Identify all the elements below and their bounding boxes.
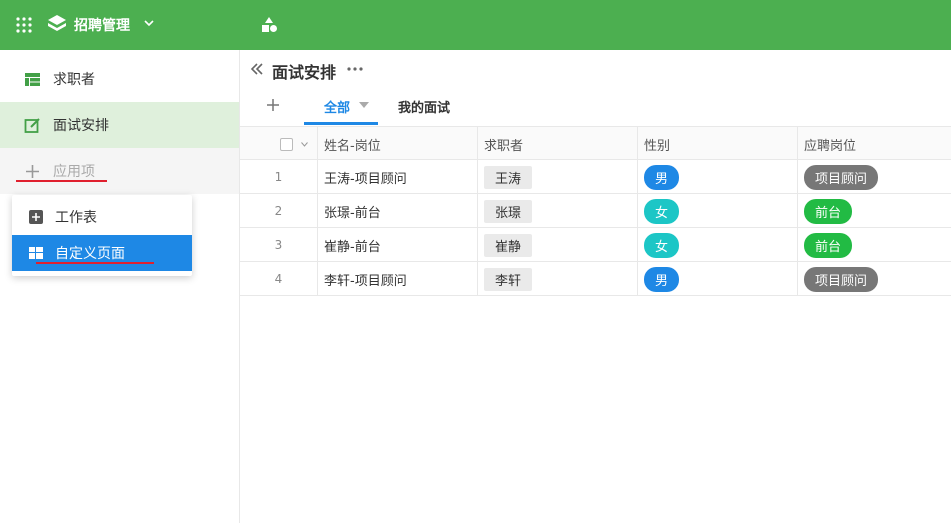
annotation-underline xyxy=(16,180,107,182)
gender-cell[interactable]: 女 xyxy=(638,194,798,228)
column-header[interactable]: 姓名-岗位 xyxy=(318,127,478,161)
name-post-cell[interactable]: 张璟-前台 xyxy=(318,194,478,228)
chevron-down-icon[interactable] xyxy=(301,142,308,147)
top-bar: 招聘管理 xyxy=(0,0,951,50)
name-post-cell[interactable]: 王涛-项目顾问 xyxy=(318,160,478,194)
table-header: 姓名-岗位 求职者 性别 应聘岗位 xyxy=(240,126,951,161)
gender-cell[interactable]: 男 xyxy=(638,262,798,296)
row-number-cell: 1 xyxy=(240,160,318,194)
chevron-down-icon[interactable] xyxy=(143,17,155,29)
applicant-cell[interactable]: 李轩 xyxy=(478,262,638,296)
add-view-icon[interactable] xyxy=(266,98,280,112)
page-title: 面试安排 xyxy=(272,63,337,82)
applicant-chip[interactable]: 王涛 xyxy=(484,165,533,189)
name-post-text: 张璟-前台 xyxy=(324,205,381,221)
gender-badge: 女 xyxy=(644,232,680,258)
applicant-cell[interactable]: 崔静 xyxy=(478,228,638,262)
column-header[interactable]: 应聘岗位 xyxy=(798,127,951,161)
tab-all[interactable]: 全部 xyxy=(324,97,350,116)
app-logo-icon xyxy=(48,15,66,31)
grid-icon xyxy=(29,247,43,259)
position-badge: 前台 xyxy=(804,198,853,224)
column-header[interactable]: 性别 xyxy=(638,127,798,161)
plus-icon xyxy=(26,164,39,178)
collapse-left-icon[interactable] xyxy=(250,62,264,76)
more-icon[interactable] xyxy=(347,66,363,72)
column-header-label: 姓名-岗位 xyxy=(324,138,381,154)
sidebar-item-label: 求职者 xyxy=(53,72,95,88)
active-tab-indicator xyxy=(304,122,378,125)
gender-badge: 男 xyxy=(644,164,680,190)
sidebar: 求职者 面试安排 应用项 xyxy=(0,50,240,523)
name-post-text: 李轩-项目顾问 xyxy=(324,273,407,289)
row-number: 3 xyxy=(274,238,283,252)
row-number-cell: 3 xyxy=(240,228,318,262)
table-icon xyxy=(25,72,40,86)
applicant-chip[interactable]: 崔静 xyxy=(484,233,533,257)
position-badge: 前台 xyxy=(804,232,853,258)
column-header-label: 求职者 xyxy=(484,138,524,154)
table-row[interactable]: 3 崔静-前台 崔静 女 前台 xyxy=(240,228,951,262)
sidebar-item-add-app[interactable]: 应用项 xyxy=(0,148,239,194)
sidebar-item-label: 面试安排 xyxy=(53,118,109,134)
row-number-cell: 2 xyxy=(240,194,318,228)
applicant-chip[interactable]: 李轩 xyxy=(484,267,533,291)
sheet-plus-icon xyxy=(29,210,43,224)
table-row[interactable]: 1 王涛-项目顾问 王涛 男 项目顾问 xyxy=(240,160,951,194)
row-number: 1 xyxy=(274,170,283,184)
name-post-text: 崔静-前台 xyxy=(324,239,381,255)
shapes-icon[interactable] xyxy=(259,15,279,35)
edit-icon xyxy=(24,117,40,133)
sidebar-item-label: 应用项 xyxy=(53,164,95,180)
caret-down-icon[interactable] xyxy=(359,102,369,108)
table-row[interactable]: 4 李轩-项目顾问 李轩 男 项目顾问 xyxy=(240,262,951,296)
menu-item-worksheet[interactable]: 工作表 xyxy=(12,199,192,235)
column-header-label: 性别 xyxy=(644,138,671,154)
row-number-cell: 4 xyxy=(240,262,318,296)
applicant-chip[interactable]: 张璟 xyxy=(484,199,533,223)
name-post-text: 王涛-项目顾问 xyxy=(324,171,407,187)
select-all-checkbox[interactable] xyxy=(280,138,293,151)
sidebar-item-applicants[interactable]: 求职者 xyxy=(0,56,239,102)
name-post-cell[interactable]: 崔静-前台 xyxy=(318,228,478,262)
app-name[interactable]: 招聘管理 xyxy=(74,15,130,35)
gender-cell[interactable]: 女 xyxy=(638,228,798,262)
position-cell[interactable]: 项目顾问 xyxy=(798,160,951,194)
applicant-cell[interactable]: 张璟 xyxy=(478,194,638,228)
applicant-cell[interactable]: 王涛 xyxy=(478,160,638,194)
select-all-cell xyxy=(240,127,318,161)
annotation-underline xyxy=(36,262,154,264)
gender-badge: 男 xyxy=(644,266,680,292)
gender-cell[interactable]: 男 xyxy=(638,160,798,194)
position-badge: 项目顾问 xyxy=(804,266,879,292)
column-header[interactable]: 求职者 xyxy=(478,127,638,161)
position-badge: 项目顾问 xyxy=(804,164,879,190)
tab-my-interviews[interactable]: 我的面试 xyxy=(398,97,450,116)
sidebar-item-interviews[interactable]: 面试安排 xyxy=(0,102,239,148)
apps-grid-icon[interactable] xyxy=(16,17,32,33)
position-cell[interactable]: 前台 xyxy=(798,228,951,262)
main-content: 面试安排 全部 我的面试 姓名-岗位 求职者 性别 应聘岗位 1 王涛-项目顾问… xyxy=(240,50,951,523)
menu-item-label: 自定义页面 xyxy=(55,246,125,262)
menu-item-label: 工作表 xyxy=(55,210,97,226)
row-number: 2 xyxy=(274,204,283,218)
table-row[interactable]: 2 张璟-前台 张璟 女 前台 xyxy=(240,194,951,228)
name-post-cell[interactable]: 李轩-项目顾问 xyxy=(318,262,478,296)
row-number: 4 xyxy=(274,272,283,286)
gender-badge: 女 xyxy=(644,198,680,224)
position-cell[interactable]: 前台 xyxy=(798,194,951,228)
menu-item-custom-page[interactable]: 自定义页面 xyxy=(12,235,192,271)
column-header-label: 应聘岗位 xyxy=(804,138,857,154)
position-cell[interactable]: 项目顾问 xyxy=(798,262,951,296)
